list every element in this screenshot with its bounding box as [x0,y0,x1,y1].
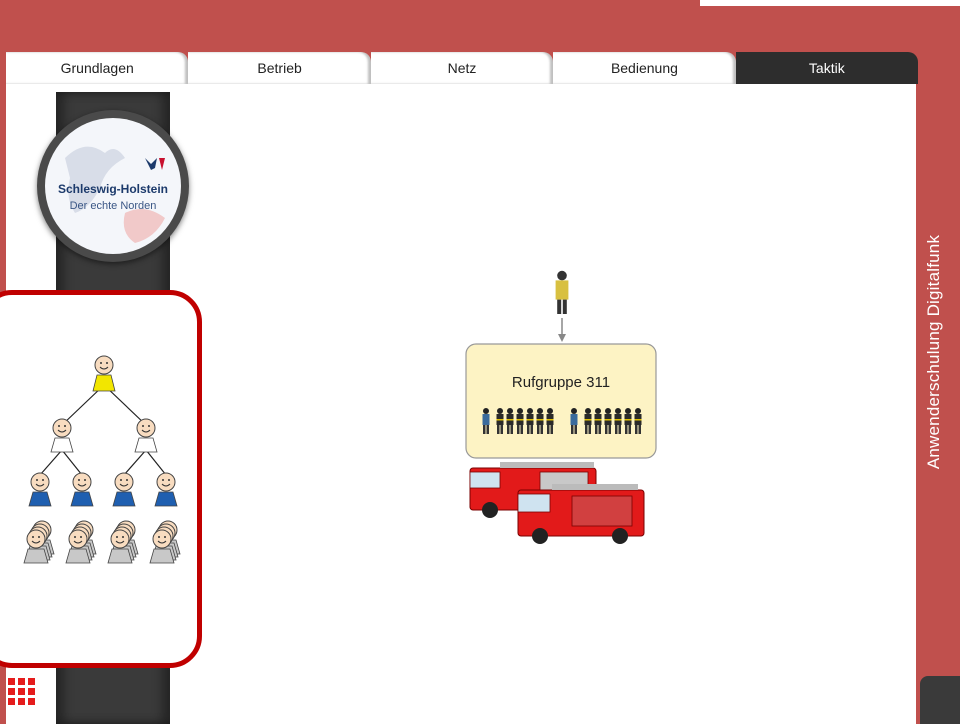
unit-person [154,472,178,507]
crew-stack [150,521,180,563]
talkgroup-diagram: Rufgruppe 311 [465,270,657,544]
fire-truck-front [517,484,645,544]
connection-arrow [558,334,566,342]
crew-stack [108,521,138,563]
diagram-canvas: Rufgruppe 311 [0,270,657,724]
crew-stack [24,521,54,563]
right-corner-tab[interactable] [920,676,960,724]
talkgroup-box[interactable] [465,343,657,459]
grid-icon[interactable] [8,678,36,708]
talkgroup-label: Rufgruppe 311 [512,374,610,391]
crew-stack [66,521,96,563]
leader-person [92,355,116,392]
subleader-person-right [134,418,158,453]
commander-figure [555,270,569,314]
unit-person [28,472,52,507]
unit-person [70,472,94,507]
unit-person [112,472,136,507]
hierarchy-tree [24,355,180,563]
subleader-person-left [50,418,74,453]
